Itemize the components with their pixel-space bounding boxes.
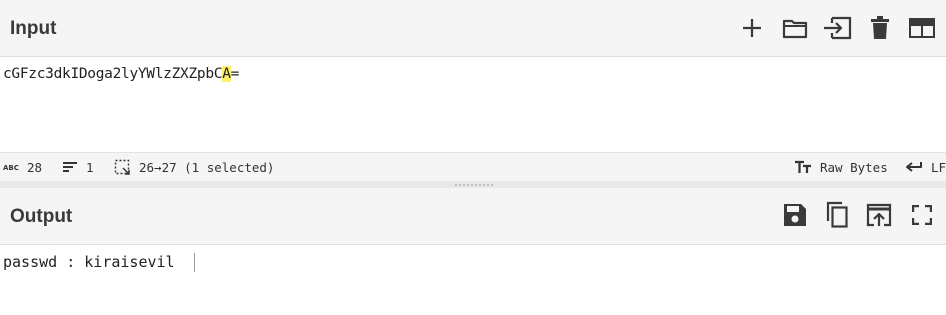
input-text-after: = <box>230 66 240 82</box>
text-size-icon <box>795 160 811 173</box>
length-value: 28 <box>27 159 43 175</box>
selection-icon <box>114 159 130 175</box>
lines-stat: 1 <box>62 153 94 181</box>
return-arrow-icon <box>906 162 922 172</box>
layout-icon <box>909 18 935 38</box>
replace-input-icon <box>866 203 892 227</box>
maximise-output-button[interactable] <box>905 198 939 232</box>
eol-selector[interactable]: LF <box>905 153 946 181</box>
plus-icon <box>743 19 761 37</box>
output-header: Output <box>0 188 946 245</box>
input-text[interactable]: cGFzc3dkIDoga2lyYWlzZXZpbCA= <box>3 66 239 82</box>
input-text-selection: A <box>222 66 231 82</box>
eol-label: LF <box>931 159 946 175</box>
add-tab-button[interactable] <box>735 11 769 45</box>
layout-toggle-button[interactable] <box>905 11 939 45</box>
input-title: Input <box>10 18 57 39</box>
open-folder-button[interactable] <box>778 11 812 45</box>
output-text[interactable]: passwd : kiraisevil <box>3 253 175 271</box>
encoding-label: Raw Bytes <box>820 159 888 175</box>
replace-input-button[interactable] <box>862 198 896 232</box>
folder-icon <box>782 19 808 39</box>
trash-icon <box>871 16 889 39</box>
output-title: Output <box>10 206 73 227</box>
selection-value: 26→27 (1 selected) <box>139 159 275 175</box>
copy-output-button[interactable] <box>820 198 854 232</box>
maximise-icon <box>912 205 932 225</box>
lines-value: 1 <box>86 159 94 175</box>
input-header: Input <box>0 0 946 57</box>
length-stat: ABC 28 <box>3 153 42 181</box>
character-count-icon: ABC <box>3 164 19 172</box>
selection-stat: 26→27 (1 selected) <box>114 153 274 181</box>
clear-input-button[interactable] <box>863 11 897 45</box>
import-icon <box>824 16 852 40</box>
pane-resize-divider[interactable] <box>0 181 946 188</box>
load-file-button[interactable] <box>820 11 854 45</box>
encoding-selector[interactable]: Raw Bytes <box>794 153 888 181</box>
svg-text:ABC: ABC <box>3 164 19 172</box>
input-textarea[interactable]: cGFzc3dkIDoga2lyYWlzZXZpbCA= <box>0 57 946 152</box>
save-icon <box>784 204 806 226</box>
input-text-before: cGFzc3dkIDoga2lyYWlzZXZpbC <box>3 66 223 82</box>
input-status-bar: ABC 28 1 26→27 (1 selected) Raw Bytes LF <box>0 152 946 181</box>
output-textarea[interactable]: passwd : kiraisevil <box>0 245 946 315</box>
copy-icon <box>826 201 848 228</box>
text-caret <box>194 253 195 272</box>
lines-icon <box>63 162 77 172</box>
resize-grip-icon <box>455 181 493 188</box>
save-output-button[interactable] <box>778 198 812 232</box>
